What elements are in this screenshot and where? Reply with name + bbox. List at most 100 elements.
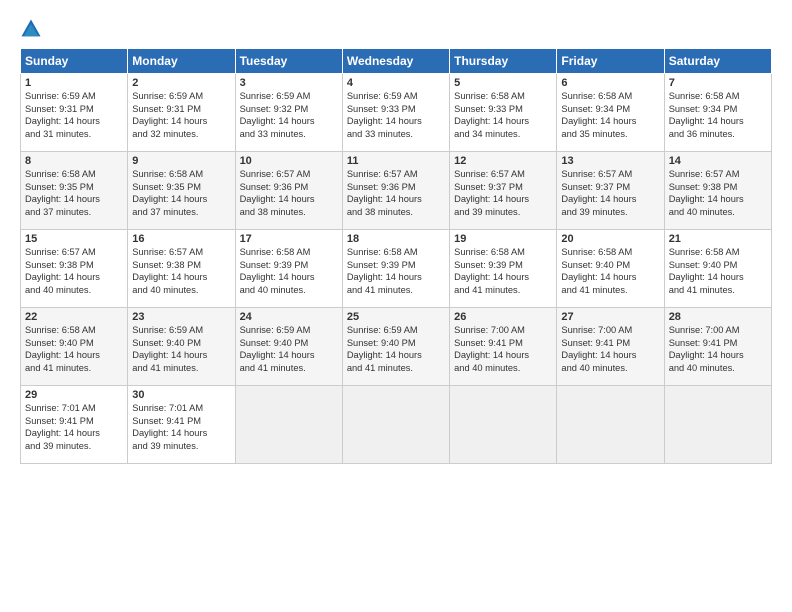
calendar-cell: 12Sunrise: 6:57 AMSunset: 9:37 PMDayligh…	[450, 152, 557, 230]
calendar-cell: 27Sunrise: 7:00 AMSunset: 9:41 PMDayligh…	[557, 308, 664, 386]
day-number: 17	[240, 233, 338, 245]
day-number: 6	[561, 77, 659, 89]
day-info: Sunrise: 7:01 AMSunset: 9:41 PMDaylight:…	[132, 402, 230, 452]
day-number: 27	[561, 311, 659, 323]
calendar-cell	[557, 386, 664, 464]
day-number: 13	[561, 155, 659, 167]
day-info: Sunrise: 6:57 AMSunset: 9:37 PMDaylight:…	[454, 168, 552, 218]
day-info: Sunrise: 6:59 AMSunset: 9:33 PMDaylight:…	[347, 90, 445, 140]
calendar-week-5: 29Sunrise: 7:01 AMSunset: 9:41 PMDayligh…	[21, 386, 772, 464]
day-info: Sunrise: 6:57 AMSunset: 9:36 PMDaylight:…	[347, 168, 445, 218]
calendar-header-tuesday: Tuesday	[235, 49, 342, 74]
calendar-cell: 28Sunrise: 7:00 AMSunset: 9:41 PMDayligh…	[664, 308, 771, 386]
day-info: Sunrise: 6:58 AMSunset: 9:34 PMDaylight:…	[669, 90, 767, 140]
calendar-cell: 22Sunrise: 6:58 AMSunset: 9:40 PMDayligh…	[21, 308, 128, 386]
day-info: Sunrise: 6:59 AMSunset: 9:40 PMDaylight:…	[347, 324, 445, 374]
day-number: 11	[347, 155, 445, 167]
day-number: 9	[132, 155, 230, 167]
calendar-cell: 4Sunrise: 6:59 AMSunset: 9:33 PMDaylight…	[342, 74, 449, 152]
day-number: 14	[669, 155, 767, 167]
day-number: 18	[347, 233, 445, 245]
calendar-cell: 15Sunrise: 6:57 AMSunset: 9:38 PMDayligh…	[21, 230, 128, 308]
calendar-cell: 17Sunrise: 6:58 AMSunset: 9:39 PMDayligh…	[235, 230, 342, 308]
header	[20, 18, 772, 40]
day-number: 12	[454, 155, 552, 167]
calendar-cell	[235, 386, 342, 464]
calendar-header-monday: Monday	[128, 49, 235, 74]
day-info: Sunrise: 6:58 AMSunset: 9:35 PMDaylight:…	[132, 168, 230, 218]
day-number: 30	[132, 389, 230, 401]
calendar-cell	[450, 386, 557, 464]
day-info: Sunrise: 7:00 AMSunset: 9:41 PMDaylight:…	[561, 324, 659, 374]
calendar-cell	[664, 386, 771, 464]
day-info: Sunrise: 6:58 AMSunset: 9:39 PMDaylight:…	[454, 246, 552, 296]
day-number: 16	[132, 233, 230, 245]
day-number: 22	[25, 311, 123, 323]
calendar-cell: 21Sunrise: 6:58 AMSunset: 9:40 PMDayligh…	[664, 230, 771, 308]
day-info: Sunrise: 6:59 AMSunset: 9:40 PMDaylight:…	[240, 324, 338, 374]
calendar-cell: 11Sunrise: 6:57 AMSunset: 9:36 PMDayligh…	[342, 152, 449, 230]
day-info: Sunrise: 6:59 AMSunset: 9:31 PMDaylight:…	[25, 90, 123, 140]
calendar-cell: 8Sunrise: 6:58 AMSunset: 9:35 PMDaylight…	[21, 152, 128, 230]
calendar-cell: 16Sunrise: 6:57 AMSunset: 9:38 PMDayligh…	[128, 230, 235, 308]
page: SundayMondayTuesdayWednesdayThursdayFrid…	[0, 0, 792, 612]
logo-icon	[20, 18, 42, 40]
day-info: Sunrise: 6:59 AMSunset: 9:40 PMDaylight:…	[132, 324, 230, 374]
day-number: 8	[25, 155, 123, 167]
day-number: 2	[132, 77, 230, 89]
calendar-cell: 29Sunrise: 7:01 AMSunset: 9:41 PMDayligh…	[21, 386, 128, 464]
day-info: Sunrise: 6:58 AMSunset: 9:39 PMDaylight:…	[240, 246, 338, 296]
day-number: 1	[25, 77, 123, 89]
calendar-cell: 20Sunrise: 6:58 AMSunset: 9:40 PMDayligh…	[557, 230, 664, 308]
day-info: Sunrise: 7:00 AMSunset: 9:41 PMDaylight:…	[454, 324, 552, 374]
day-info: Sunrise: 6:58 AMSunset: 9:40 PMDaylight:…	[669, 246, 767, 296]
calendar-cell: 1Sunrise: 6:59 AMSunset: 9:31 PMDaylight…	[21, 74, 128, 152]
calendar: SundayMondayTuesdayWednesdayThursdayFrid…	[20, 48, 772, 464]
day-number: 5	[454, 77, 552, 89]
calendar-cell: 6Sunrise: 6:58 AMSunset: 9:34 PMDaylight…	[557, 74, 664, 152]
calendar-week-1: 1Sunrise: 6:59 AMSunset: 9:31 PMDaylight…	[21, 74, 772, 152]
day-number: 4	[347, 77, 445, 89]
calendar-cell: 7Sunrise: 6:58 AMSunset: 9:34 PMDaylight…	[664, 74, 771, 152]
day-info: Sunrise: 6:59 AMSunset: 9:31 PMDaylight:…	[132, 90, 230, 140]
calendar-cell: 14Sunrise: 6:57 AMSunset: 9:38 PMDayligh…	[664, 152, 771, 230]
calendar-cell: 13Sunrise: 6:57 AMSunset: 9:37 PMDayligh…	[557, 152, 664, 230]
day-number: 29	[25, 389, 123, 401]
day-info: Sunrise: 6:58 AMSunset: 9:33 PMDaylight:…	[454, 90, 552, 140]
day-info: Sunrise: 7:01 AMSunset: 9:41 PMDaylight:…	[25, 402, 123, 452]
day-info: Sunrise: 7:00 AMSunset: 9:41 PMDaylight:…	[669, 324, 767, 374]
calendar-cell: 3Sunrise: 6:59 AMSunset: 9:32 PMDaylight…	[235, 74, 342, 152]
calendar-header-row: SundayMondayTuesdayWednesdayThursdayFrid…	[21, 49, 772, 74]
day-number: 19	[454, 233, 552, 245]
calendar-header-sunday: Sunday	[21, 49, 128, 74]
day-number: 26	[454, 311, 552, 323]
day-info: Sunrise: 6:58 AMSunset: 9:34 PMDaylight:…	[561, 90, 659, 140]
calendar-cell: 5Sunrise: 6:58 AMSunset: 9:33 PMDaylight…	[450, 74, 557, 152]
day-info: Sunrise: 6:59 AMSunset: 9:32 PMDaylight:…	[240, 90, 338, 140]
calendar-cell: 23Sunrise: 6:59 AMSunset: 9:40 PMDayligh…	[128, 308, 235, 386]
day-number: 20	[561, 233, 659, 245]
calendar-cell: 2Sunrise: 6:59 AMSunset: 9:31 PMDaylight…	[128, 74, 235, 152]
calendar-header-wednesday: Wednesday	[342, 49, 449, 74]
calendar-week-2: 8Sunrise: 6:58 AMSunset: 9:35 PMDaylight…	[21, 152, 772, 230]
calendar-cell: 26Sunrise: 7:00 AMSunset: 9:41 PMDayligh…	[450, 308, 557, 386]
logo	[20, 18, 46, 40]
day-info: Sunrise: 6:57 AMSunset: 9:36 PMDaylight:…	[240, 168, 338, 218]
calendar-cell: 10Sunrise: 6:57 AMSunset: 9:36 PMDayligh…	[235, 152, 342, 230]
day-info: Sunrise: 6:58 AMSunset: 9:39 PMDaylight:…	[347, 246, 445, 296]
calendar-cell: 9Sunrise: 6:58 AMSunset: 9:35 PMDaylight…	[128, 152, 235, 230]
day-info: Sunrise: 6:57 AMSunset: 9:38 PMDaylight:…	[25, 246, 123, 296]
day-number: 25	[347, 311, 445, 323]
calendar-week-3: 15Sunrise: 6:57 AMSunset: 9:38 PMDayligh…	[21, 230, 772, 308]
day-info: Sunrise: 6:57 AMSunset: 9:37 PMDaylight:…	[561, 168, 659, 218]
calendar-cell: 25Sunrise: 6:59 AMSunset: 9:40 PMDayligh…	[342, 308, 449, 386]
calendar-cell	[342, 386, 449, 464]
day-info: Sunrise: 6:58 AMSunset: 9:35 PMDaylight:…	[25, 168, 123, 218]
day-number: 23	[132, 311, 230, 323]
day-number: 28	[669, 311, 767, 323]
day-number: 21	[669, 233, 767, 245]
calendar-week-4: 22Sunrise: 6:58 AMSunset: 9:40 PMDayligh…	[21, 308, 772, 386]
day-number: 24	[240, 311, 338, 323]
day-number: 7	[669, 77, 767, 89]
calendar-header-thursday: Thursday	[450, 49, 557, 74]
